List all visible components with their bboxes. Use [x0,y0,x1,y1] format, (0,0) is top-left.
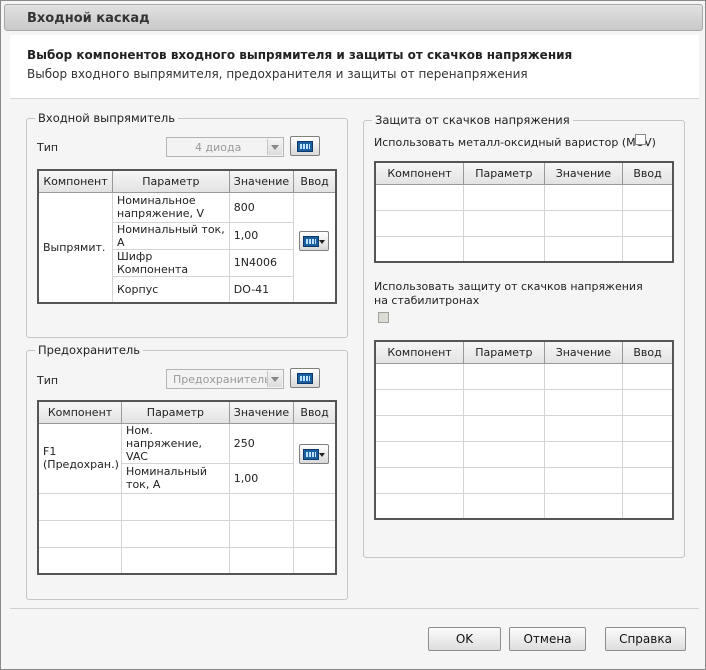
caret-down-icon [319,239,326,244]
table-row [37,492,337,521]
column-header-component: Компонент [37,400,123,424]
column-header-value: Значение [543,340,624,364]
table-header-row: Компонент Параметр Значение Ввод [37,169,337,193]
table-row [374,466,674,494]
fuse-calculator-button[interactable] [290,368,320,388]
caret-down-icon [319,452,326,457]
rectifier-calculator-button[interactable] [290,136,320,156]
rectifier-group: Входной выпрямитель Тип 4 диода Компонен… [26,111,348,338]
column-header-input: Ввод [622,161,674,185]
column-header-input: Ввод [622,340,674,364]
table-row: Выпрямит. Номинальное напряжение, V 800 [37,191,337,304]
fuse-group-title: Предохранитель [35,343,144,357]
param-cell: Ном. напряжение, VAC [121,422,230,464]
ok-button[interactable]: OK [428,627,501,651]
rectifier-input-dropdown-button[interactable] [299,230,330,251]
fuse-input-dropdown-button[interactable] [299,443,330,464]
rectifier-component-cell: Выпрямит. [37,191,113,304]
column-header-input: Ввод [293,169,337,193]
value-cell: 1,00 [228,221,295,250]
column-header-component: Компонент [37,169,113,193]
calculator-icon [303,235,320,247]
table-row [374,440,674,468]
zener-label: Использовать защиту от скачков напряжени… [374,280,643,307]
chevron-down-icon [267,371,282,387]
mov-checkbox[interactable] [635,134,646,145]
dialog-window: Входной каскад Выбор компонентов входног… [0,0,706,670]
table-header-row: Компонент Параметр Значение Ввод [37,400,337,424]
rectifier-input-cell [293,191,337,304]
rectifier-type-select[interactable]: 4 диода [166,137,284,157]
window-title: Входной каскад [27,11,150,26]
title-bar[interactable]: Входной каскад [4,4,703,31]
zener-table: Компонент Параметр Значение Ввод [374,340,674,520]
mov-label: Использовать металл-оксидный варистор (M… [374,136,656,149]
rectifier-type-label: Тип [37,141,59,154]
table-header-row: Компонент Параметр Значение Ввод [374,340,674,364]
table-row [374,235,674,263]
rectifier-group-title: Входной выпрямитель [35,111,179,125]
table-row [374,362,674,390]
param-cell: Номинальный ток, A [121,462,230,494]
value-cell: DO-41 [228,275,295,304]
column-header-component: Компонент [374,340,465,364]
fuse-component-cell: F1 (Предохран.) [37,422,123,494]
column-header-parameter: Параметр [463,340,545,364]
column-header-value: Значение [228,169,295,193]
column-header-parameter: Параметр [463,161,545,185]
table-header-row: Компонент Параметр Значение Ввод [374,161,674,185]
dialog-header: Выбор компонентов входного выпрямителя и… [10,35,699,99]
surge-group: Защита от скачков напряжения Использоват… [363,113,685,558]
fuse-type-label: Тип [37,374,59,387]
value-cell: 1N4006 [228,248,295,277]
surge-group-title: Защита от скачков напряжения [372,113,573,127]
dialog-content: Входной выпрямитель Тип 4 диода Компонен… [10,100,699,608]
param-cell: Номинальный ток, A [112,221,230,250]
column-header-input: Ввод [293,400,337,424]
fuse-table: Компонент Параметр Значение Ввод F1 (Пре… [37,400,337,575]
table-row [374,183,674,211]
rectifier-table: Компонент Параметр Значение Ввод Выпрями… [37,169,337,304]
help-button[interactable]: Справка [605,627,686,651]
column-header-value: Значение [543,161,624,185]
calculator-icon [303,448,320,460]
calculator-icon [297,373,313,384]
param-cell: Шифр Компонента [112,248,230,277]
footer-divider [10,608,699,609]
calculator-icon [297,141,313,152]
table-row [374,388,674,416]
chevron-down-icon [267,139,282,155]
cancel-button[interactable]: Отмена [509,627,586,651]
header-title: Выбор компонентов входного выпрямителя и… [27,48,573,62]
value-cell: 800 [228,191,295,223]
table-row [374,492,674,520]
param-cell: Корпус [112,275,230,304]
table-row [374,209,674,237]
fuse-type-value: Предохранитель [173,373,269,386]
table-row [37,519,337,548]
rectifier-type-value: 4 диода [195,141,242,154]
table-row [37,546,337,575]
fuse-input-cell [293,422,337,494]
mov-table: Компонент Параметр Значение Ввод [374,161,674,263]
param-cell: Номинальное напряжение, V [112,191,230,223]
value-cell: 250 [228,422,295,464]
zener-checkbox[interactable] [378,312,389,323]
column-header-parameter: Параметр [121,400,230,424]
value-cell: 1,00 [228,462,295,494]
fuse-type-select[interactable]: Предохранитель [166,369,284,389]
column-header-parameter: Параметр [112,169,230,193]
header-subtitle: Выбор входного выпрямителя, предохраните… [27,67,528,81]
column-header-component: Компонент [374,161,465,185]
table-row: F1 (Предохран.) Ном. напряжение, VAC 250 [37,422,337,494]
fuse-group: Предохранитель Тип Предохранитель Компон… [26,343,348,600]
table-row [374,414,674,442]
column-header-value: Значение [228,400,295,424]
